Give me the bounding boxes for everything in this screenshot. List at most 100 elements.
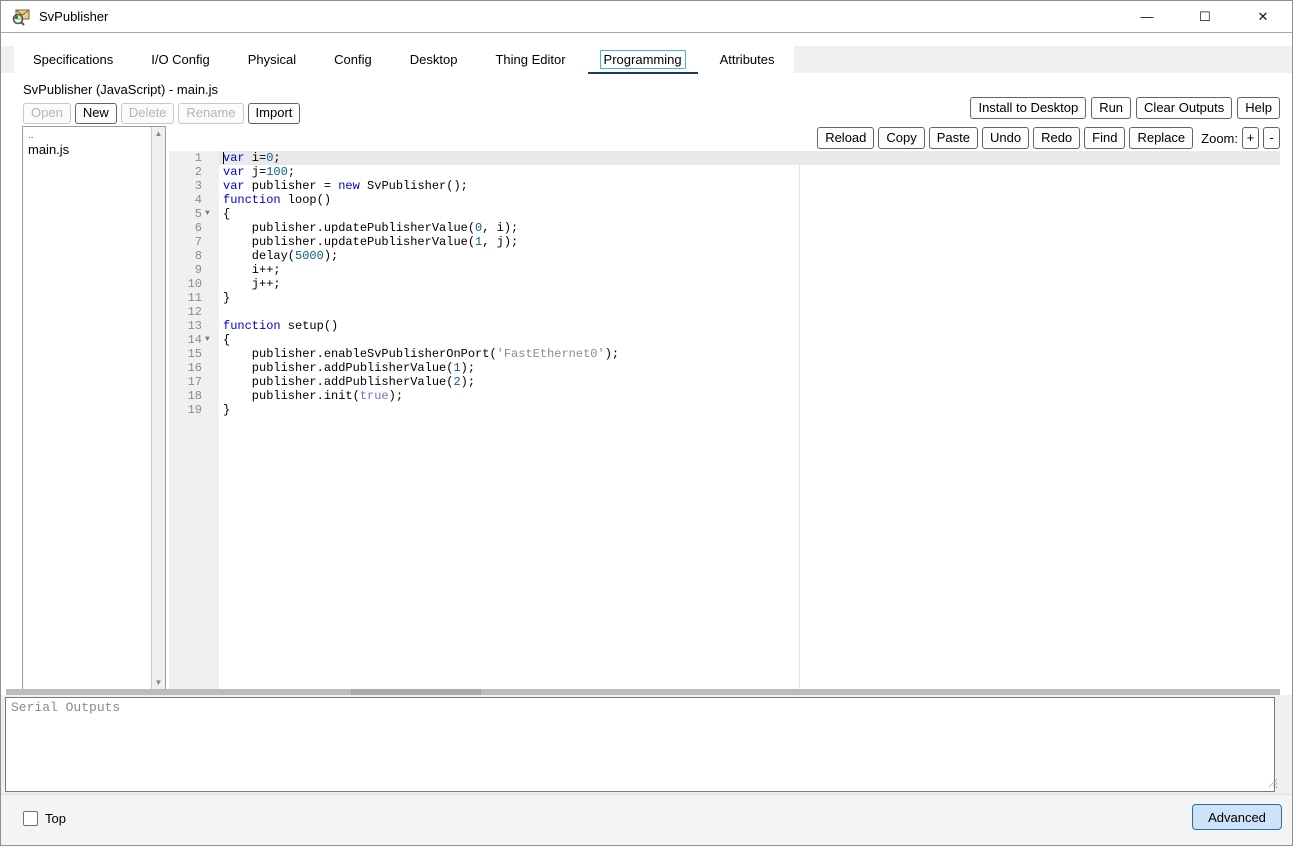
open-button[interactable]: Open — [23, 103, 71, 124]
file-toolbar: OpenNewDeleteRenameImport — [23, 103, 300, 124]
tab-label: Programming — [600, 50, 686, 69]
tab-label: Desktop — [406, 50, 462, 69]
tab-i-o-config[interactable]: I/O Config — [132, 46, 229, 73]
window-controls: — ☐ ✕ — [1118, 1, 1292, 32]
gutter-line-8: 8 — [169, 249, 219, 263]
code-line-7: publisher.updatePublisherValue(1, j); — [219, 235, 1280, 249]
run-button[interactable]: Run — [1091, 97, 1131, 119]
code-line-9: i++; — [219, 263, 1280, 277]
replace-button[interactable]: Replace — [1129, 127, 1193, 149]
text-cursor — [223, 152, 224, 164]
code-editor[interactable]: 12345▼67891011121314▼1516171819 var i=0;… — [169, 151, 1280, 689]
top-checkbox-group: Top — [23, 811, 66, 826]
action-toolbar: Install to DesktopRunClear OutputsHelp — [970, 97, 1280, 119]
file-item-main-js[interactable]: main.js — [24, 141, 150, 158]
code-line-5: { — [219, 207, 1280, 221]
code-line-18: publisher.init(true); — [219, 389, 1280, 403]
code-line-10: j++; — [219, 277, 1280, 291]
close-button[interactable]: ✕ — [1234, 1, 1292, 32]
install-to-desktop-button[interactable]: Install to Desktop — [970, 97, 1086, 119]
tab-thing-editor[interactable]: Thing Editor — [476, 46, 584, 73]
tab-label: I/O Config — [147, 50, 214, 69]
code-line-4: function loop() — [219, 193, 1280, 207]
top-checkbox[interactable] — [23, 811, 38, 826]
tab-attributes[interactable]: Attributes — [701, 46, 794, 73]
tab-label: Specifications — [29, 50, 117, 69]
window-title: SvPublisher — [39, 9, 108, 24]
code-line-19: } — [219, 403, 1280, 417]
tab-bar: Specifications I/O Config Physical Config De… — [1, 46, 1292, 73]
gutter-line-18: 18 — [169, 389, 219, 403]
help-button[interactable]: Help — [1237, 97, 1280, 119]
editor-gutter: 12345▼67891011121314▼1516171819 — [169, 151, 219, 689]
code-line-15: publisher.enableSvPublisherOnPort('FastE… — [219, 347, 1280, 361]
serial-outputs-textarea[interactable] — [5, 697, 1275, 792]
tab-label: Config — [330, 50, 376, 69]
new-button[interactable]: New — [75, 103, 117, 124]
code-line-8: delay(5000); — [219, 249, 1280, 263]
maximize-button[interactable]: ☐ — [1176, 1, 1234, 32]
serial-output-section — [1, 695, 1292, 796]
tab-config[interactable]: Config — [315, 46, 391, 73]
fold-icon[interactable]: ▼ — [205, 333, 219, 347]
code-line-16: publisher.addPublisherValue(1); — [219, 361, 1280, 375]
script-title: SvPublisher (JavaScript) - main.js — [23, 82, 218, 97]
gutter-line-3: 3 — [169, 179, 219, 193]
tab-label: Thing Editor — [491, 50, 569, 69]
tab-list: Specifications I/O Config Physical Config De… — [14, 46, 794, 73]
gutter-line-12: 12 — [169, 305, 219, 319]
tab-specifications[interactable]: Specifications — [14, 46, 132, 73]
file-list: ..main.js — [24, 128, 150, 158]
zoom-out-button[interactable]: - — [1263, 127, 1280, 149]
code-line-12 — [219, 305, 1280, 319]
code-line-17: publisher.addPublisherValue(2); — [219, 375, 1280, 389]
top-checkbox-label: Top — [45, 811, 66, 826]
import-button[interactable]: Import — [248, 103, 301, 124]
footer-bar: Top Advanced — [1, 794, 1292, 845]
tab-desktop[interactable]: Desktop — [391, 46, 477, 73]
gutter-line-10: 10 — [169, 277, 219, 291]
file-item-parent-dir[interactable]: .. — [24, 128, 150, 141]
reload-button[interactable]: Reload — [817, 127, 874, 149]
gutter-line-14: 14▼ — [169, 333, 219, 347]
tab-programming[interactable]: Programming — [585, 46, 701, 73]
editor-code-area[interactable]: var i=0;var j=100;var publisher = new Sv… — [219, 151, 1280, 689]
gutter-line-11: 11 — [169, 291, 219, 305]
advanced-button[interactable]: Advanced — [1192, 804, 1282, 830]
find-button[interactable]: Find — [1084, 127, 1125, 149]
tab-physical[interactable]: Physical — [229, 46, 315, 73]
svpublisher-window: { "window": { "title": "SvPublisher", "c… — [0, 0, 1293, 846]
paste-button[interactable]: Paste — [929, 127, 978, 149]
code-line-11: } — [219, 291, 1280, 305]
redo-button[interactable]: Redo — [1033, 127, 1080, 149]
scroll-up-icon[interactable]: ▲ — [155, 127, 163, 141]
code-line-3: var publisher = new SvPublisher(); — [219, 179, 1280, 193]
rename-button[interactable]: Rename — [178, 103, 243, 124]
gutter-line-9: 9 — [169, 263, 219, 277]
gutter-line-15: 15 — [169, 347, 219, 361]
gutter-line-16: 16 — [169, 361, 219, 375]
copy-button[interactable]: Copy — [878, 127, 924, 149]
zoom-label: Zoom: — [1201, 131, 1238, 146]
gutter-line-7: 7 — [169, 235, 219, 249]
minimize-button[interactable]: — — [1118, 1, 1176, 32]
file-list-scrollbar[interactable]: ▲ ▼ — [151, 127, 165, 690]
gutter-line-2: 2 — [169, 165, 219, 179]
zoom-in-button[interactable]: + — [1242, 127, 1259, 149]
delete-button[interactable]: Delete — [121, 103, 175, 124]
gutter-line-1: 1 — [169, 151, 219, 165]
tab-label: Physical — [244, 50, 300, 69]
gutter-line-6: 6 — [169, 221, 219, 235]
fold-icon[interactable]: ▼ — [205, 207, 219, 221]
gutter-line-5: 5▼ — [169, 207, 219, 221]
code-line-1: var i=0; — [219, 151, 1280, 165]
app-icon — [11, 7, 31, 27]
code-line-6: publisher.updatePublisherValue(0, i); — [219, 221, 1280, 235]
gutter-line-19: 19 — [169, 403, 219, 417]
scroll-down-icon[interactable]: ▼ — [155, 676, 163, 690]
gutter-line-17: 17 — [169, 375, 219, 389]
undo-button[interactable]: Undo — [982, 127, 1029, 149]
code-line-13: function setup() — [219, 319, 1280, 333]
gutter-line-4: 4 — [169, 193, 219, 207]
clear-outputs-button[interactable]: Clear Outputs — [1136, 97, 1232, 119]
